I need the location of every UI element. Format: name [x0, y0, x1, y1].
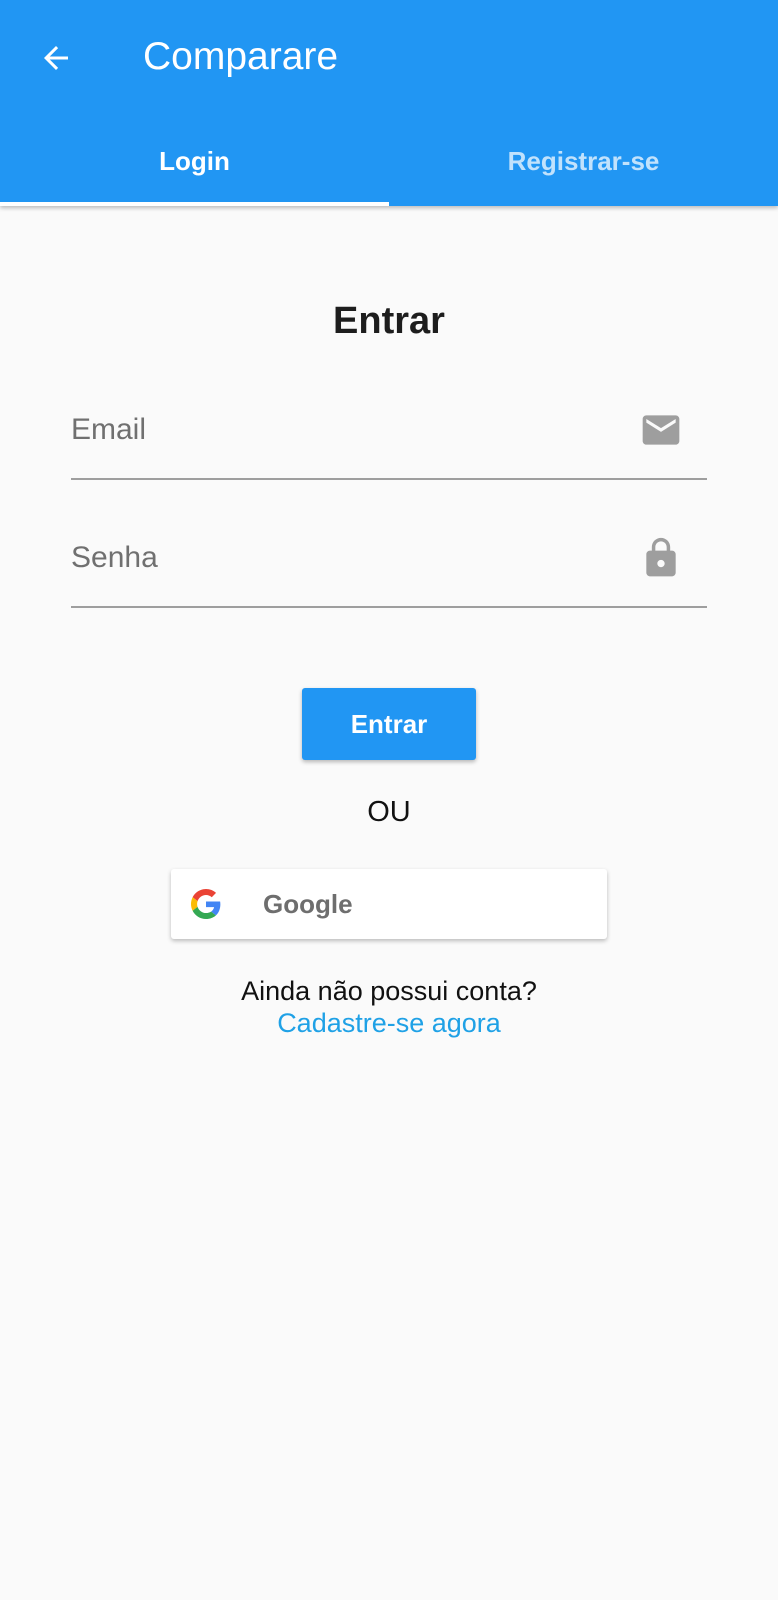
tab-registrar[interactable]: Registrar-se [389, 116, 778, 206]
app-bar: Comparare Login Registrar-se [0, 0, 778, 206]
email-input[interactable] [71, 400, 631, 460]
signup-prompt: Ainda não possui conta? [241, 976, 537, 1006]
google-signin-button[interactable]: Google [171, 869, 607, 939]
or-divider: OU [367, 796, 411, 828]
tab-login[interactable]: Login [0, 116, 389, 206]
mail-icon [639, 408, 683, 452]
tab-indicator [0, 202, 389, 206]
signup-link[interactable]: Cadastre-se agora [0, 1008, 778, 1039]
lock-icon [639, 536, 683, 580]
form-heading: Entrar [333, 300, 445, 342]
google-label: Google [263, 889, 353, 919]
password-input[interactable] [71, 528, 631, 588]
google-icon [191, 889, 221, 919]
arrow-back-icon [44, 46, 68, 70]
email-field [71, 390, 707, 480]
login-button[interactable]: Entrar [302, 688, 476, 760]
tab-bar: Login Registrar-se [0, 116, 778, 206]
app-title: Comparare [143, 35, 339, 78]
back-button[interactable] [28, 30, 84, 86]
password-field [71, 518, 707, 608]
